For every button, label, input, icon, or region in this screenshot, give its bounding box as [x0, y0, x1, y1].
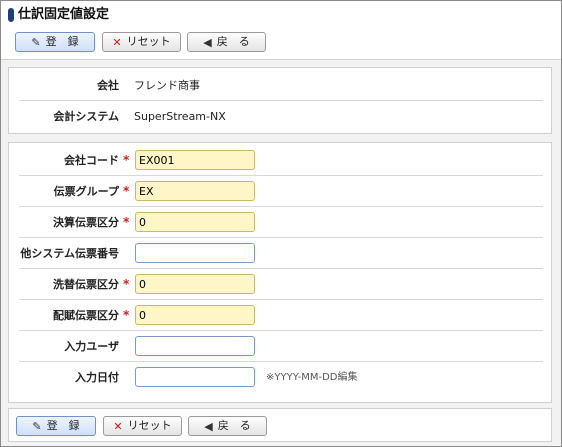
form-row-wash-category: 洗替伝票区分 *	[19, 269, 543, 300]
form-row-allocation-category: 配賦伝票区分 *	[19, 300, 543, 331]
reset-button-label: リセット	[127, 419, 172, 432]
register-button[interactable]: ✎ 登 録	[15, 32, 95, 52]
form-row-slip-group: 伝票グループ *	[19, 176, 543, 207]
wash-category-label: 洗替伝票区分	[53, 278, 119, 291]
arrow-left-icon: ◀	[203, 35, 212, 49]
company-label: 会社	[97, 79, 119, 92]
info-panel: 会社 フレンド商事 会計システム SuperStream-NX	[8, 67, 552, 134]
title-marker	[8, 8, 14, 22]
info-row-company: 会社 フレンド商事	[19, 70, 543, 101]
bottom-toolbar: ✎ 登 録 ✕ リセット ◀ 戻 る	[8, 408, 552, 442]
register-button-label: 登 録	[45, 35, 79, 48]
settlement-category-input[interactable]	[135, 212, 255, 232]
input-date-input[interactable]	[135, 367, 255, 387]
reset-button-bottom[interactable]: ✕ リセット	[103, 416, 182, 436]
x-icon: ✕	[113, 419, 123, 433]
register-button-label: 登 録	[46, 419, 80, 432]
back-button-label: 戻 る	[217, 419, 251, 432]
form-row-other-system-slip-no: 他システム伝票番号	[19, 238, 543, 269]
form-row-settlement-category: 決算伝票区分 *	[19, 207, 543, 238]
required-mark: *	[123, 308, 130, 322]
company-value: フレンド商事	[134, 79, 200, 92]
input-user-label: 入力ユーザ	[64, 340, 119, 353]
back-button-bottom[interactable]: ◀ 戻 る	[188, 416, 267, 436]
settlement-category-label: 決算伝票区分	[53, 216, 119, 229]
x-icon: ✕	[112, 35, 122, 49]
other-system-slip-no-label: 他システム伝票番号	[20, 247, 119, 260]
required-mark: *	[123, 277, 130, 291]
register-button-bottom[interactable]: ✎ 登 録	[16, 416, 96, 436]
input-user-input[interactable]	[135, 336, 255, 356]
other-system-slip-no-input[interactable]	[135, 243, 255, 263]
required-mark: *	[123, 184, 130, 198]
allocation-category-label: 配賦伝票区分	[53, 309, 119, 322]
info-row-system: 会計システム SuperStream-NX	[19, 101, 543, 132]
form-row-input-date: 入力日付 ※YYYY-MM-DD編集	[19, 362, 543, 393]
reset-button-label: リセット	[126, 35, 171, 48]
form-row-company-code: 会社コード *	[19, 145, 543, 176]
pencil-icon: ✎	[31, 35, 41, 49]
company-code-label: 会社コード	[64, 154, 119, 167]
input-date-hint: ※YYYY-MM-DD編集	[266, 372, 358, 383]
company-code-input[interactable]	[135, 150, 255, 170]
back-button-label: 戻 る	[216, 35, 250, 48]
system-value: SuperStream-NX	[134, 110, 226, 123]
allocation-category-input[interactable]	[135, 305, 255, 325]
header: 仕訳固定値設定 ✎ 登 録 ✕ リセット ◀ 戻 る	[1, 1, 561, 60]
form-row-input-user: 入力ユーザ	[19, 331, 543, 362]
reset-button[interactable]: ✕ リセット	[102, 32, 181, 52]
back-button[interactable]: ◀ 戻 る	[187, 32, 266, 52]
slip-group-input[interactable]	[135, 181, 255, 201]
required-mark: *	[123, 215, 130, 229]
pencil-icon: ✎	[32, 419, 42, 433]
form-panel: 会社コード * 伝票グループ * 決算伝票区分 * 他システム伝票番号 洗替伝票…	[8, 142, 552, 403]
system-label: 会計システム	[53, 110, 119, 123]
arrow-left-icon: ◀	[204, 419, 213, 433]
slip-group-label: 伝票グループ	[53, 185, 119, 198]
window-frame: 仕訳固定値設定 ✎ 登 録 ✕ リセット ◀ 戻 る 会社 フレンド商事 会計シ…	[0, 0, 562, 447]
page-title: 仕訳固定値設定	[18, 7, 110, 22]
required-mark: *	[123, 153, 130, 167]
input-date-label: 入力日付	[75, 371, 119, 384]
wash-category-input[interactable]	[135, 274, 255, 294]
